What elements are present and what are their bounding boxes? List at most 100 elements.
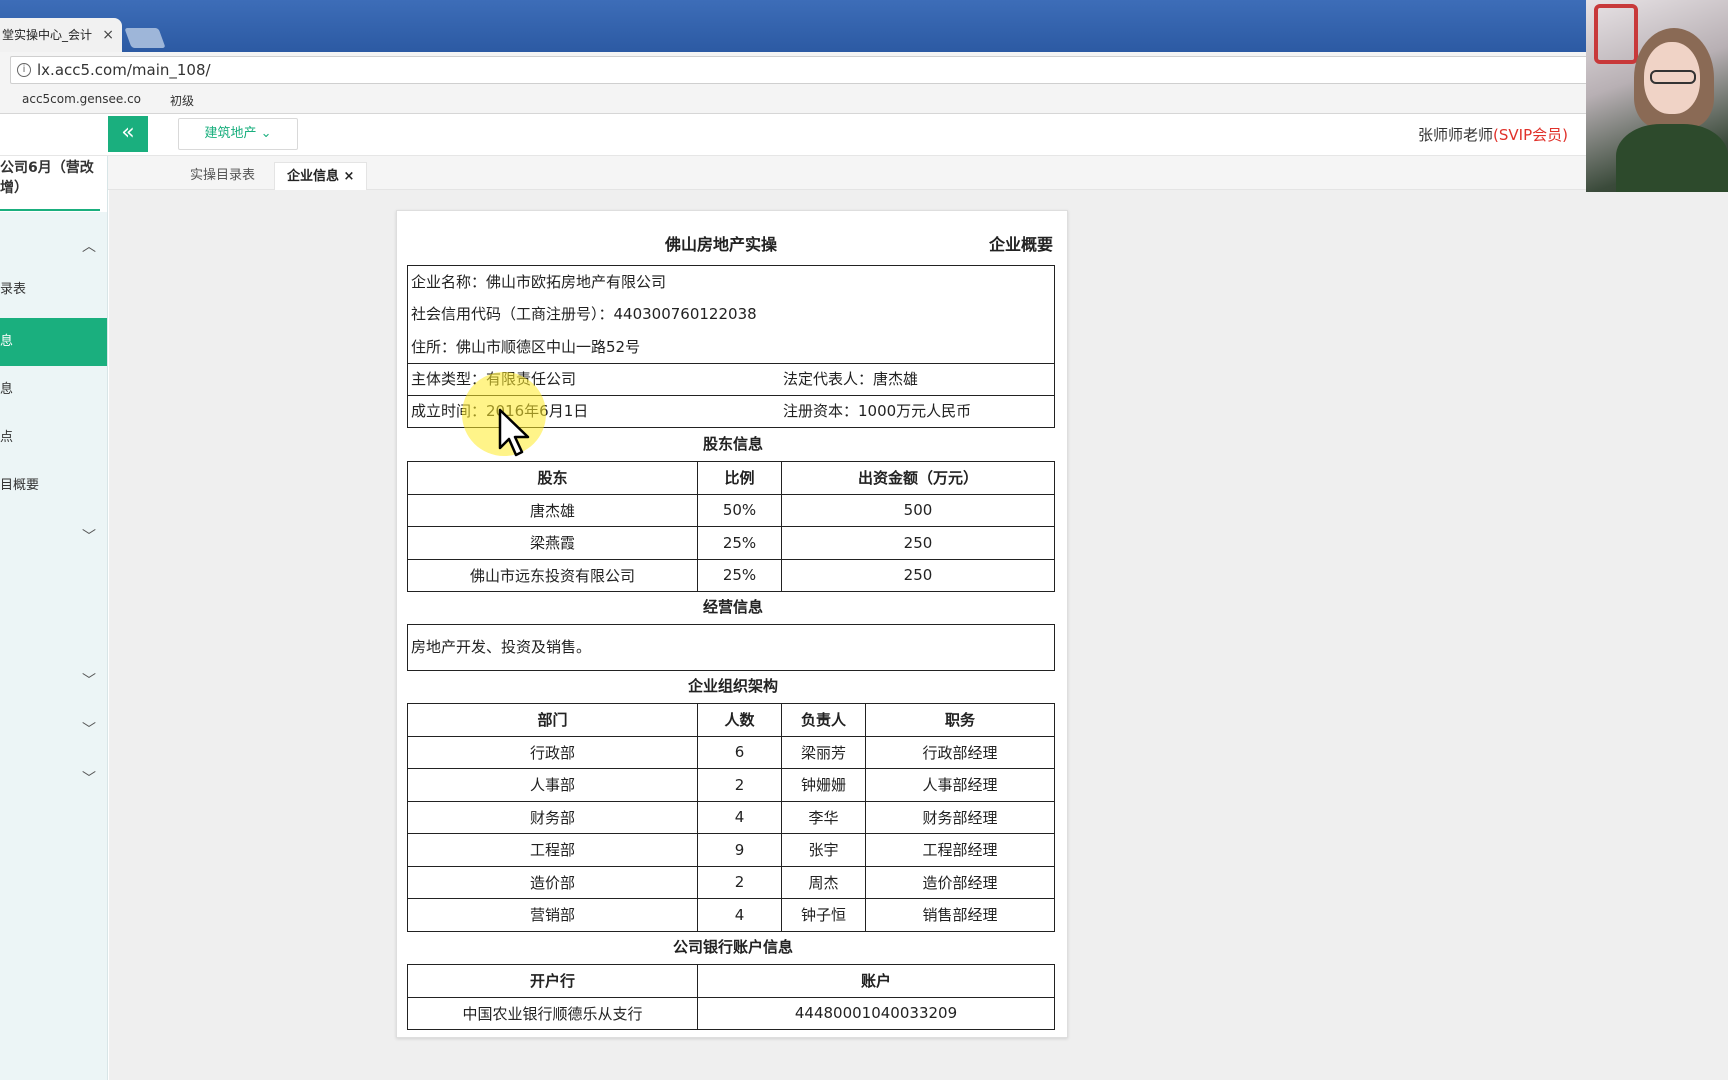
table-cell: 9 [697, 833, 782, 867]
tab-catalog[interactable]: 实操目录表 [178, 162, 267, 190]
glasses-icon [1650, 70, 1696, 84]
address: 住所：佛山市顺德区中山一路52号 [411, 338, 641, 356]
chevron-down-icon[interactable]: ﹀ [82, 670, 96, 689]
table-cell: 250 [781, 526, 1055, 560]
table-row: 唐杰雄 50% 500 [407, 493, 1055, 527]
table-cell: 4 [697, 898, 782, 932]
sidebar: 公司6月（营改 增） ︿ 录表 息 息 点 目概要 ﹀ ﹀ ﹀ ﹀ [0, 156, 108, 1080]
doc-header: 佛山房地产实操 企业概要 [397, 231, 1069, 255]
sidebar-item-active[interactable]: 息 [0, 318, 107, 366]
table-row: 行政部 6 梁丽芳 行政部经理 [407, 735, 1055, 769]
bookmark-item[interactable]: 初级 [170, 92, 575, 314]
chevron-down-icon[interactable]: ﹀ [82, 768, 96, 787]
company-overview-document: 佛山房地产实操 企业概要 企业名称：佛山市欧拓房地产有限公司 社会信用代码（工商… [396, 210, 1068, 1038]
col-header: 人数 [697, 703, 782, 737]
table-row: 财务部 4 李华 财务部经理 [407, 800, 1055, 834]
tab-company-info[interactable]: 企业信息 × [274, 162, 368, 190]
table-cell: 周杰 [781, 865, 866, 899]
table-cell: 6 [697, 735, 782, 769]
table-cell: 2 [697, 768, 782, 802]
table-row: 人事部 2 钟姗姗 人事部经理 [407, 768, 1055, 802]
business-heading: 经营信息 [702, 598, 763, 616]
browser-tab[interactable]: 堂实操中心_会计 × [0, 18, 122, 52]
col-header: 股东 [407, 461, 698, 495]
table-cell: 250 [781, 558, 1055, 592]
table-cell: 李华 [781, 800, 866, 834]
vip-badge: (SVIP会员) [1493, 126, 1568, 144]
table-row: 造价部 2 周杰 造价部经理 [407, 865, 1055, 899]
mouse-pointer-icon [498, 408, 530, 457]
col-header: 职务 [865, 703, 1055, 737]
table-cell: 造价部 [407, 865, 698, 899]
col-header: 出资金额（万元） [781, 461, 1055, 495]
shareholders-table: 股东 比例 出资金额（万元） 唐杰雄 50% 500 梁燕霞 25% 250 佛… [407, 461, 1055, 592]
col-header: 比例 [697, 461, 782, 495]
table-cell: 4 [697, 800, 782, 834]
app-header: « 建筑地产 ⌄ 张师师老师(SVIP会员) [0, 114, 1728, 156]
user-name: 张师师老师 [1418, 126, 1494, 144]
table-cell: 人事部 [407, 768, 698, 802]
sidebar-item[interactable]: 录表 [0, 266, 107, 314]
content-tabs: 实操目录表 企业信息 × [108, 156, 1586, 190]
industry-dropdown[interactable]: 建筑地产 ⌄ [178, 118, 298, 150]
col-header: 部门 [407, 703, 698, 737]
chevron-up-icon[interactable]: ︿ [82, 236, 96, 255]
table-cell: 工程部经理 [865, 833, 1055, 867]
table-cell: 销售部经理 [865, 898, 1055, 932]
table-row: 中国农业银行顺德乐从支行 44480001040033209 [407, 996, 1055, 1030]
url-text: lx.acc5.com/main_108/ [37, 61, 211, 79]
chevron-down-icon[interactable]: ﹀ [82, 526, 96, 545]
sidebar-item[interactable]: 息 [0, 366, 107, 414]
table-cell: 梁丽芳 [781, 735, 866, 769]
bookmarks-bar: acc5com.gensee.co 初级 [0, 86, 1728, 314]
legal-representative: 法定代表人：唐杰雄 [783, 370, 919, 388]
table-row: 梁燕霞 25% 250 [407, 526, 1055, 560]
business-scope: 房地产开发、投资及销售。 [411, 638, 592, 656]
table-row: 工程部 9 张宇 工程部经理 [407, 833, 1055, 867]
browser-tab-title: 堂实操中心_会计 [2, 28, 93, 42]
bookmark-item[interactable]: acc5com.gensee.co [22, 92, 427, 314]
new-tab-button[interactable] [124, 28, 166, 48]
table-cell: 行政部 [407, 735, 698, 769]
close-icon[interactable]: × [344, 169, 355, 184]
collapse-sidebar-button[interactable]: « [108, 116, 148, 152]
address-bar[interactable]: i lx.acc5.com/main_108/ [10, 56, 1590, 84]
table-cell: 工程部 [407, 833, 698, 867]
table-cell: 人事部经理 [865, 768, 1055, 802]
sign-decoration [1594, 4, 1638, 64]
table-cell: 造价部经理 [865, 865, 1055, 899]
table-cell: 44480001040033209 [697, 996, 1055, 1030]
table-cell: 唐杰雄 [407, 493, 698, 527]
sidebar-item[interactable]: 目概要 [0, 462, 107, 510]
table-row: 佛山市远东投资有限公司 25% 250 [407, 558, 1055, 592]
col-header: 开户行 [407, 964, 698, 998]
table-cell: 中国农业银行顺德乐从支行 [407, 996, 698, 1030]
table-cell: 佛山市远东投资有限公司 [407, 558, 698, 592]
table-cell: 行政部经理 [865, 735, 1055, 769]
business-scope-box: 房地产开发、投资及销售。 [407, 624, 1055, 671]
table-cell: 梁燕霞 [407, 526, 698, 560]
table-cell: 张宇 [781, 833, 866, 867]
presenter-shirt [1616, 124, 1728, 192]
sidebar-item[interactable]: 点 [0, 414, 107, 462]
company-name: 企业名称：佛山市欧拓房地产有限公司 [411, 273, 667, 291]
table-cell: 营销部 [407, 898, 698, 932]
close-icon[interactable]: × [102, 18, 114, 52]
table-cell: 25% [697, 558, 782, 592]
table-cell: 财务部经理 [865, 800, 1055, 834]
table-cell: 财务部 [407, 800, 698, 834]
webcam-overlay [1586, 0, 1728, 192]
bank-heading: 公司银行账户信息 [672, 938, 793, 956]
sidebar-divider [0, 209, 100, 211]
sidebar-company: 公司6月（营改 增） [0, 156, 107, 212]
info-icon[interactable]: i [17, 63, 31, 77]
table-cell: 50% [697, 493, 782, 527]
table-cell: 500 [781, 493, 1055, 527]
registered-capital: 注册资本：1000万元人民币 [783, 402, 972, 420]
org-table: 部门 人数 负责人 职务 行政部 6 梁丽芳 行政部经理 人事部 2 钟姗姗 人事部经理 财… [407, 703, 1055, 932]
user-info[interactable]: 张师师老师(SVIP会员) [1418, 124, 1568, 145]
col-header: 账户 [697, 964, 1055, 998]
chevron-down-icon[interactable]: ﹀ [82, 719, 96, 738]
doc-title: 佛山房地产实操 [665, 235, 778, 254]
doc-subtitle: 企业概要 [988, 235, 1053, 254]
